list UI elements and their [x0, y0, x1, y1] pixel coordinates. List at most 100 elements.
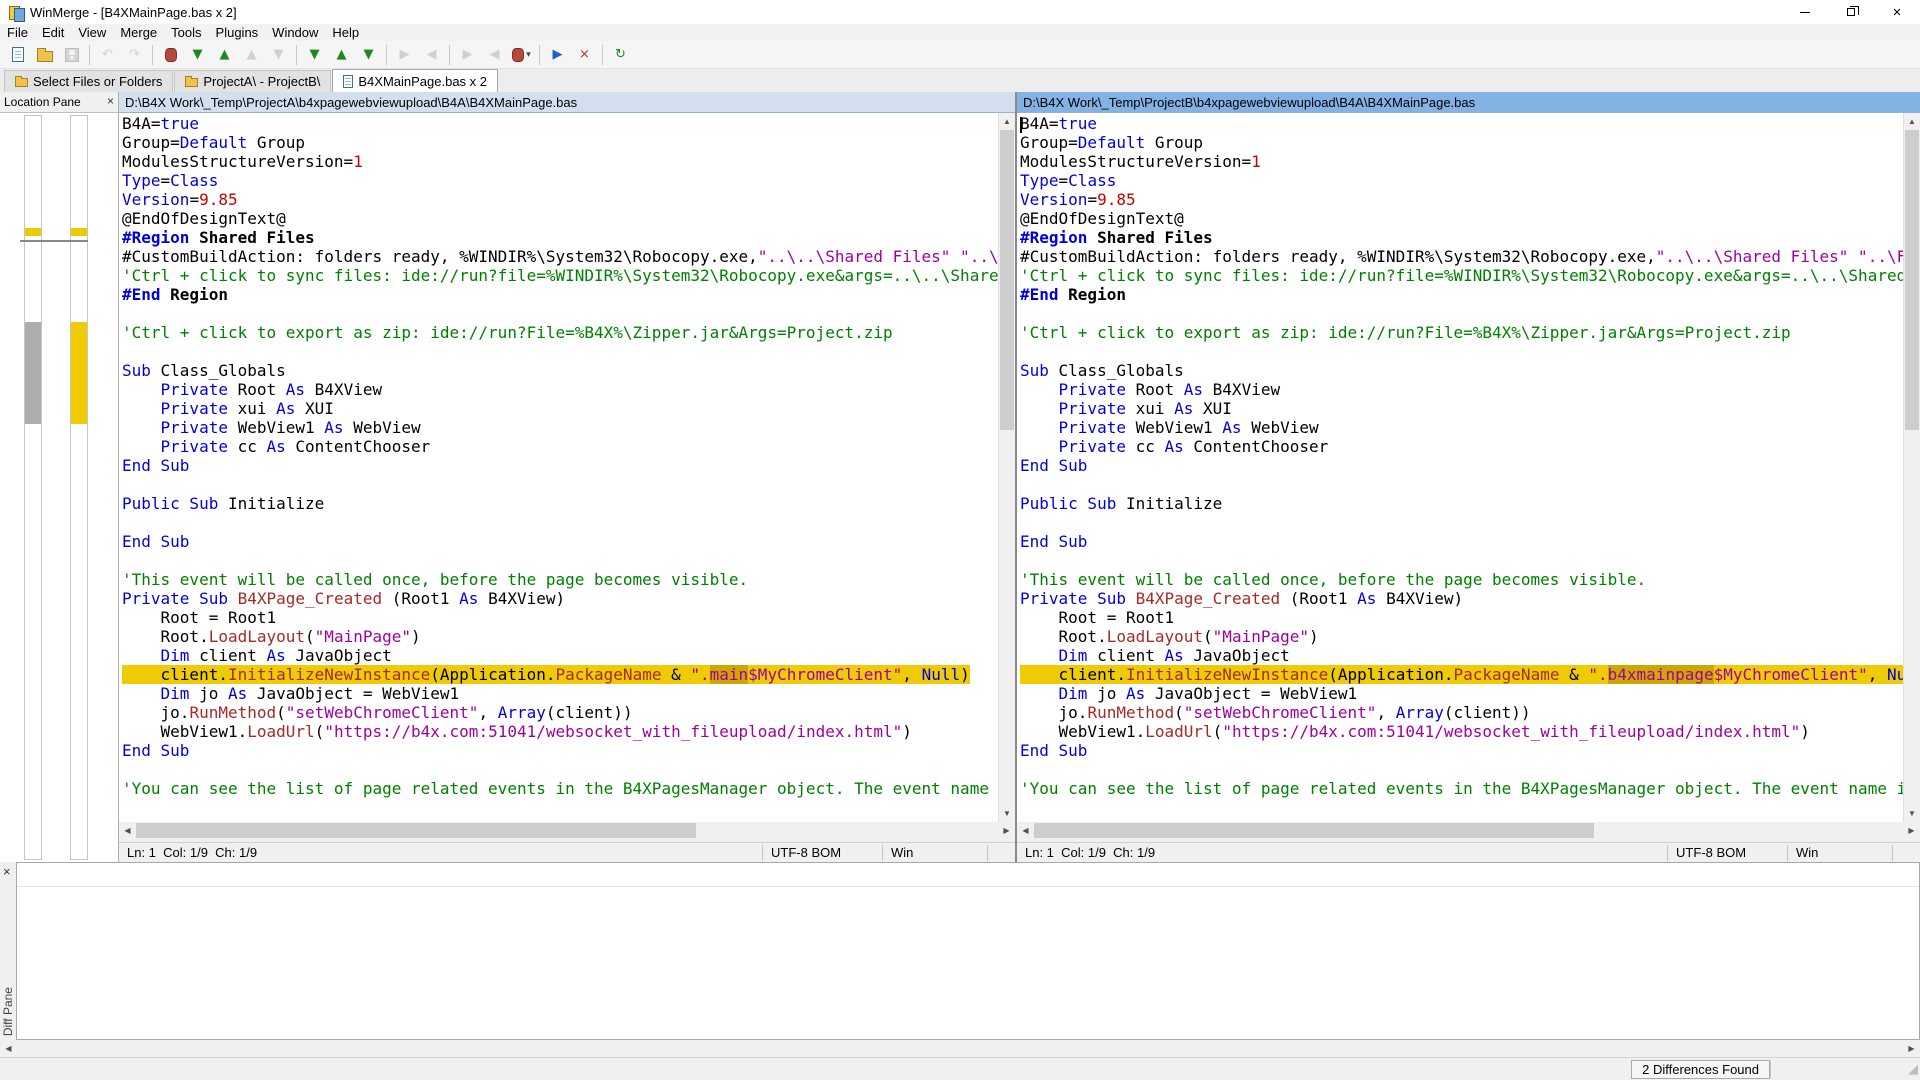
- diff-pane-content[interactable]: [16, 862, 1920, 1040]
- toolbar-separator: [89, 45, 90, 65]
- scroll-up-arrow-icon[interactable]: ▲: [1904, 113, 1920, 130]
- diff-pane-close-button[interactable]: ×: [3, 864, 11, 879]
- current-difference-icon: ▼: [364, 47, 374, 63]
- tab-1[interactable]: Select Files or Folders: [4, 70, 173, 92]
- code-line-4: Type=Class: [1020, 171, 1903, 190]
- left-pane-status-bar: Ln: 1 Col: 1/9 Ch: 1/9 UTF-8 BOM Win: [119, 842, 1015, 862]
- code-line-14: Sub Class_Globals: [1020, 361, 1903, 380]
- menu-bar: FileEditViewMergeToolsPluginsWindowHelp: [0, 24, 1920, 41]
- location-pane-close-button[interactable]: ×: [107, 94, 114, 108]
- left-vertical-scrollbar[interactable]: ▲ ▼: [998, 113, 1015, 822]
- right-file-path-header[interactable]: D:\B4X Work\_Temp\ProjectB\b4xpagewebvie…: [1017, 92, 1920, 113]
- refresh-button[interactable]: ↻: [608, 43, 633, 67]
- copy-left-icon: ◀: [427, 47, 437, 63]
- compare-button[interactable]: ▶: [545, 43, 570, 67]
- scroll-left-arrow-icon[interactable]: ◀: [0, 1040, 17, 1057]
- location-pane-header: Location Pane ×: [0, 92, 119, 113]
- code-line-25: 'This event will be called once, before …: [1020, 570, 1903, 589]
- refresh-icon: ↻: [615, 47, 626, 63]
- code-line-8: #CustomBuildAction: folders ready, %WIND…: [1020, 247, 1903, 266]
- code-line-10: #End Region: [122, 285, 998, 304]
- menu-file[interactable]: File: [0, 24, 35, 41]
- diff-pane-row: [17, 863, 1919, 887]
- prev-diff-button[interactable]: ▲: [212, 43, 237, 67]
- scroll-left-arrow-icon[interactable]: ◀: [119, 822, 136, 839]
- code-line-15: Private Root As B4XView: [1020, 380, 1903, 399]
- scroll-down-arrow-icon[interactable]: ▼: [999, 805, 1015, 822]
- next-diff-button[interactable]: ▼: [185, 43, 210, 67]
- prev-conflict-button[interactable]: ▲: [329, 43, 354, 67]
- code-line-15: Private Root As B4XView: [122, 380, 998, 399]
- menu-edit[interactable]: Edit: [35, 24, 71, 41]
- resize-grip[interactable]: ◢: [1900, 1062, 1920, 1077]
- code-line-1: B4A=true: [1020, 114, 1903, 133]
- menu-merge[interactable]: Merge: [113, 24, 164, 41]
- left-file-path-header[interactable]: D:\B4X Work\_Temp\ProjectA\b4xpagewebvie…: [119, 92, 1015, 113]
- code-line-26: Private Sub B4XPage_Created (Root1 As B4…: [1020, 589, 1903, 608]
- code-line-18: Private cc As ContentChooser: [122, 437, 998, 456]
- code-line-28: Root.LoadLayout("MainPage"): [1020, 627, 1903, 646]
- prediffer-dropdown[interactable]: ▾: [509, 43, 534, 67]
- right-horizontal-scroll-track[interactable]: [1034, 822, 1903, 839]
- winmerge-window: WinMerge - [B4XMainPage.bas x 2] × FileE…: [0, 0, 1920, 1080]
- menu-window[interactable]: Window: [265, 24, 325, 41]
- menu-view[interactable]: View: [71, 24, 113, 41]
- code-line-11: [122, 304, 998, 323]
- code-line-19: End Sub: [122, 456, 998, 475]
- tab-label: B4XMainPage.bas x 2: [358, 74, 487, 89]
- right-vertical-scrollbar[interactable]: ▲ ▼: [1903, 113, 1920, 822]
- menu-plugins[interactable]: Plugins: [209, 24, 266, 41]
- restore-button[interactable]: [1828, 0, 1874, 24]
- diff-pane-horizontal-scrollbar[interactable]: ◀ ▶: [0, 1040, 1920, 1057]
- menu-help[interactable]: Help: [325, 24, 366, 41]
- left-horizontal-scroll-track[interactable]: [136, 822, 998, 839]
- current-diff-button[interactable]: ▼: [356, 43, 381, 67]
- minimize-icon: [1800, 12, 1810, 13]
- scroll-up-arrow-icon[interactable]: ▲: [999, 113, 1015, 130]
- code-line-27: Root = Root1: [1020, 608, 1903, 627]
- right-code-editor[interactable]: B4A=trueGroup=Default GroupModulesStruct…: [1017, 113, 1920, 822]
- diff-pane: × Diff Pane ◀ ▶: [0, 862, 1920, 1057]
- close-button[interactable]: ×: [1874, 0, 1920, 24]
- diff-mark-right-2: [71, 322, 87, 424]
- previous-conflict-icon: ▲: [337, 47, 347, 63]
- redo-button: ↷: [122, 43, 147, 67]
- code-line-17: Private WebView1 As WebView: [1020, 418, 1903, 437]
- scroll-right-arrow-icon[interactable]: ▶: [1903, 1040, 1920, 1057]
- code-line-14: Sub Class_Globals: [122, 361, 998, 380]
- code-line-6: @EndOfDesignText@: [1020, 209, 1903, 228]
- scroll-down-arrow-icon[interactable]: ▼: [1904, 805, 1920, 822]
- stop-button[interactable]: ×: [572, 43, 597, 67]
- redo-arrow-icon: ↷: [129, 47, 140, 63]
- scroll-right-arrow-icon[interactable]: ▶: [1903, 822, 1920, 839]
- diff-pane-scroll-track[interactable]: [17, 1040, 1903, 1057]
- code-line-5: Version=9.85: [1020, 190, 1903, 209]
- toolbar: ↶↷▼▲▲▼▼▲▼▶◀▶◀▾▶×↻: [0, 41, 1920, 69]
- toolbar-separator: [296, 45, 297, 65]
- code-line-33: WebView1.LoadUrl("https://b4x.com:51041/…: [122, 722, 998, 741]
- location-strip-right[interactable]: [70, 115, 88, 860]
- open-button[interactable]: [32, 43, 57, 67]
- tab-3[interactable]: B4XMainPage.bas x 2: [332, 69, 498, 92]
- tab-2[interactable]: ProjectA\ - ProjectB\: [174, 70, 331, 92]
- left-horizontal-scrollbar[interactable]: ◀ ▶: [119, 822, 1015, 839]
- right-horizontal-scroll-thumb[interactable]: [1034, 823, 1594, 838]
- minimize-button[interactable]: [1782, 0, 1828, 24]
- scroll-left-arrow-icon[interactable]: ◀: [1017, 822, 1034, 839]
- next-conflict-button[interactable]: ▼: [302, 43, 327, 67]
- new-compare-button[interactable]: [5, 43, 30, 67]
- location-strip-left[interactable]: [24, 115, 42, 860]
- scroll-right-arrow-icon[interactable]: ▶: [998, 822, 1015, 839]
- right-horizontal-scrollbar[interactable]: ◀ ▶: [1017, 822, 1920, 839]
- left-horizontal-scroll-thumb[interactable]: [136, 823, 696, 838]
- menu-tools[interactable]: Tools: [164, 24, 208, 41]
- code-line-29: Dim client As JavaObject: [122, 646, 998, 665]
- code-line-2: Group=Default Group: [1020, 133, 1903, 152]
- left-vertical-scroll-thumb[interactable]: [1000, 130, 1014, 430]
- options-button[interactable]: [158, 43, 183, 67]
- left-code-editor[interactable]: B4A=trueGroup=Default GroupModulesStruct…: [119, 113, 1015, 822]
- options-icon: [165, 48, 177, 62]
- right-vertical-scroll-thumb[interactable]: [1905, 130, 1919, 430]
- pane-headers: Location Pane × D:\B4X Work\_Temp\Projec…: [0, 92, 1920, 113]
- location-pane[interactable]: [0, 113, 119, 862]
